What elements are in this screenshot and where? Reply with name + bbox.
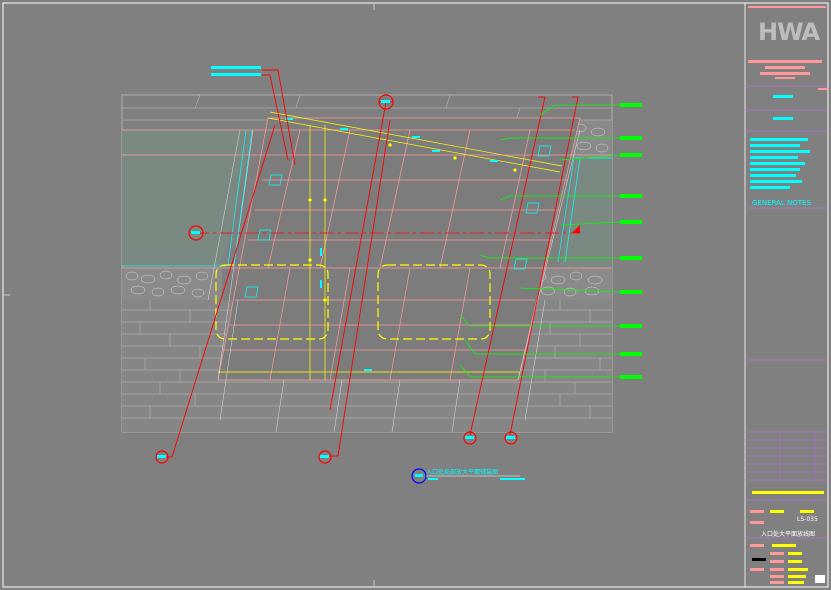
title-block-graphics xyxy=(745,6,828,584)
general-notes-label: GENERAL NOTES xyxy=(752,199,811,207)
title-block-frame xyxy=(744,2,829,588)
drawing-title: 入口处大平面放线图 xyxy=(761,531,816,538)
company-logo: HWA xyxy=(758,18,820,46)
drawing-number: LS-035 xyxy=(797,516,818,523)
callout-notes xyxy=(211,66,261,76)
drawing-caption: 入口处局部放大平面铺装图 xyxy=(426,469,499,476)
cad-drawing xyxy=(2,2,829,588)
material-tags xyxy=(620,103,642,379)
section-marker-bottom-2 xyxy=(318,450,332,464)
section-marker-bottom-4 xyxy=(504,431,518,445)
